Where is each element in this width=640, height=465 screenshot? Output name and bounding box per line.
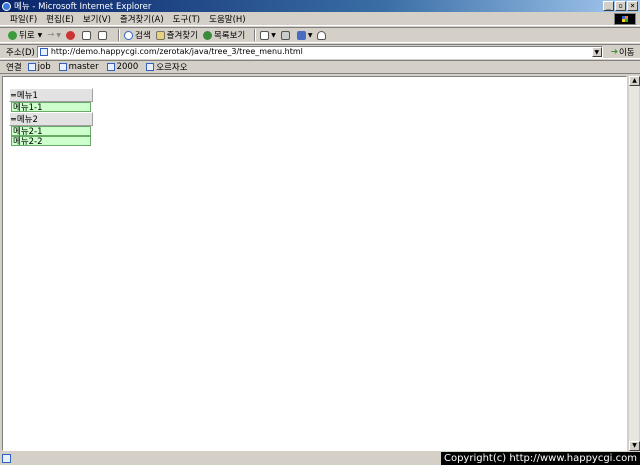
stop-icon	[66, 30, 76, 40]
standard-toolbar: 뒤로 ▼ → ▼ 검색 즐겨찾기 목록보기 ▼ ▼	[0, 27, 640, 43]
title-bar: 메뉴 - Microsoft Internet Explorer _ ▫ ×	[0, 0, 640, 12]
collapse-icon: ═	[11, 90, 16, 100]
refresh-icon	[82, 30, 92, 40]
stop-button[interactable]	[66, 30, 77, 40]
tree-menu: ═ 메뉴1 메뉴1-1 ═ 메뉴2 메뉴2-1 메뉴2-2	[9, 88, 93, 147]
menu-view[interactable]: 보기(V)	[83, 13, 111, 25]
scroll-up-icon[interactable]: ▲	[629, 76, 640, 86]
messenger-button[interactable]	[317, 30, 328, 40]
history-icon	[202, 30, 212, 40]
home-button[interactable]	[98, 30, 109, 40]
close-button[interactable]: ×	[627, 1, 638, 11]
link-orjao[interactable]: 오르자오	[146, 61, 188, 73]
tree-item-2-2[interactable]: 메뉴2-2	[11, 136, 91, 147]
go-arrow-icon: ➔	[610, 46, 618, 57]
home-icon	[98, 30, 108, 40]
page-icon	[39, 47, 48, 56]
mail-icon	[260, 30, 270, 40]
address-input[interactable]: http://demo.happycgi.com/zerotak/java/tr…	[36, 45, 603, 58]
tree-item-1-1[interactable]: 메뉴1-1	[11, 102, 91, 113]
menu-help[interactable]: 도움말(H)	[209, 13, 245, 25]
forward-dropdown-icon[interactable]: ▼	[56, 32, 61, 39]
tree-menu-2-header[interactable]: ═ 메뉴2	[9, 112, 93, 126]
search-icon	[124, 30, 134, 40]
mail-dropdown-icon[interactable]: ▼	[271, 32, 276, 39]
print-button[interactable]	[280, 30, 292, 40]
forward-button[interactable]: → ▼	[47, 30, 61, 40]
search-button[interactable]: 검색	[124, 29, 151, 41]
menu-favorites[interactable]: 즐겨찾기(A)	[120, 13, 164, 25]
mail-button[interactable]: ▼	[260, 30, 276, 40]
page-icon	[27, 63, 36, 71]
back-arrow-icon	[8, 30, 17, 40]
page-icon	[58, 63, 67, 71]
menu-edit[interactable]: 편집(E)	[46, 13, 74, 25]
page-content: ═ 메뉴1 메뉴1-1 ═ 메뉴2 메뉴2-1 메뉴2-2	[2, 76, 627, 451]
back-dropdown-icon[interactable]: ▼	[38, 32, 43, 39]
link-2000[interactable]: 2000	[106, 62, 138, 72]
restore-button[interactable]: ▫	[615, 1, 626, 11]
page-status-icon	[2, 454, 11, 463]
link-job[interactable]: job	[27, 62, 51, 72]
print-icon	[280, 30, 290, 40]
favorites-button[interactable]: 즐겨찾기	[155, 29, 198, 41]
edit-button[interactable]: ▼	[296, 30, 313, 40]
link-master[interactable]: master	[58, 62, 99, 72]
address-url: http://demo.happycgi.com/zerotak/java/tr…	[50, 47, 303, 56]
page-icon	[106, 63, 115, 71]
address-bar: 주소(D) http://demo.happycgi.com/zerotak/j…	[0, 44, 640, 59]
status-bar: Copyright(c) http://www.happycgi.com	[0, 452, 640, 465]
address-dropdown-icon[interactable]: ▼	[591, 46, 602, 57]
menu-bar: 파일(F) 편집(E) 보기(V) 즐겨찾기(A) 도구(T) 도움말(H)	[0, 12, 640, 26]
edit-icon	[296, 30, 306, 40]
edit-dropdown-icon[interactable]: ▼	[308, 32, 313, 39]
page-icon	[146, 63, 155, 71]
links-bar: 연결 job master 2000 오르자오	[0, 60, 640, 74]
menu-file[interactable]: 파일(F)	[10, 13, 37, 25]
address-label: 주소(D)	[6, 47, 35, 58]
links-label: 연결	[6, 63, 22, 73]
window-title: 메뉴 - Microsoft Internet Explorer	[14, 2, 152, 12]
windows-logo-icon	[614, 13, 636, 25]
collapse-icon: ═	[11, 114, 16, 124]
vertical-scrollbar[interactable]: ▲ ▼	[628, 76, 640, 451]
refresh-button[interactable]	[82, 30, 93, 40]
favorites-icon	[155, 30, 165, 40]
toolbar-separator	[254, 29, 257, 41]
toolbar-separator	[118, 29, 121, 41]
copyright-text: Copyright(c) http://www.happycgi.com	[440, 452, 640, 465]
scroll-down-icon[interactable]: ▼	[629, 441, 640, 451]
minimize-button[interactable]: _	[603, 1, 614, 11]
tree-menu-1-header[interactable]: ═ 메뉴1	[9, 88, 93, 102]
messenger-icon	[317, 30, 327, 40]
ie-icon	[2, 1, 11, 11]
go-button[interactable]: ➔ 이동	[611, 46, 635, 58]
history-button[interactable]: 목록보기	[202, 29, 245, 41]
menu-tools[interactable]: 도구(T)	[173, 13, 200, 25]
back-button[interactable]: 뒤로 ▼	[8, 29, 42, 41]
